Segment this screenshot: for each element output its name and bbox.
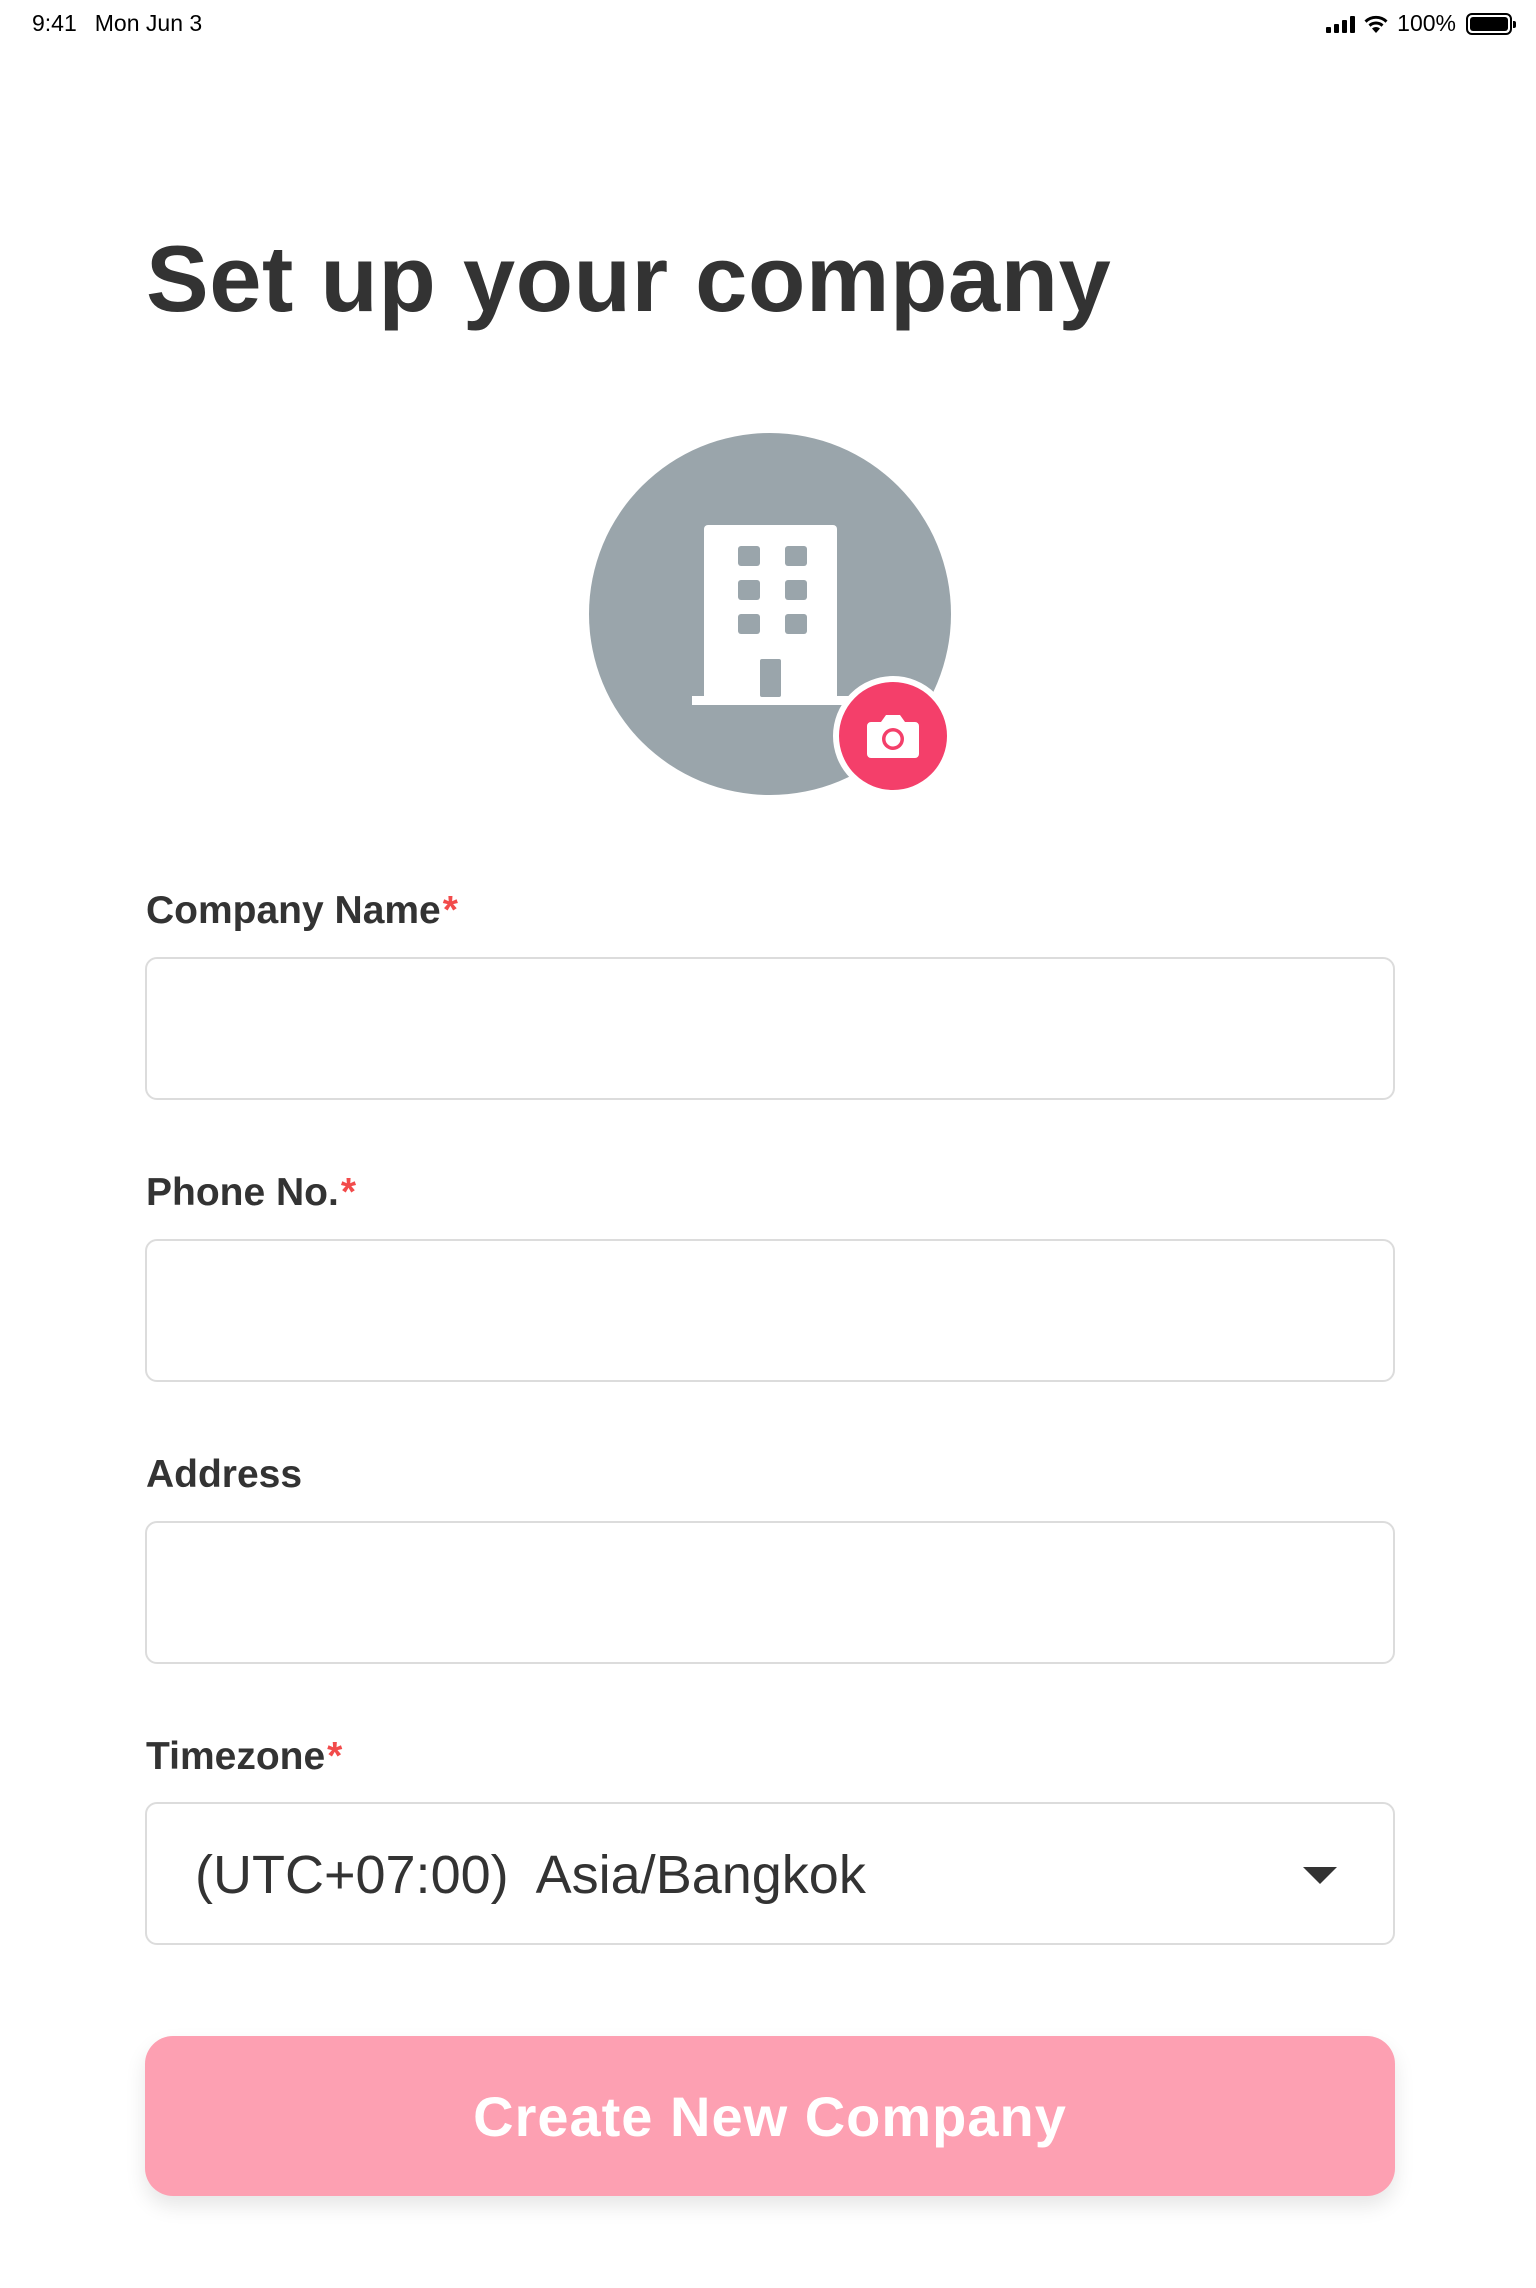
change-logo-button[interactable] (833, 676, 953, 796)
required-marker: * (442, 889, 458, 932)
page-title: Set up your company (146, 226, 1112, 331)
address-input[interactable] (147, 1523, 1393, 1662)
timezone-select[interactable]: (UTC+07:00) Asia/Bangkok (145, 1802, 1395, 1945)
wifi-icon (1364, 15, 1388, 33)
company-name-label-text: Company Name (146, 889, 441, 932)
timezone-label-text: Timezone (146, 1735, 326, 1778)
required-marker: * (327, 1735, 343, 1778)
company-name-field[interactable] (145, 957, 1395, 1100)
create-company-button[interactable]: Create New Company (145, 2036, 1395, 2196)
status-right: 100% (1326, 10, 1516, 37)
address-label-text: Address (146, 1453, 303, 1496)
address-field[interactable] (145, 1521, 1395, 1664)
status-date: Mon Jun 3 (94, 10, 203, 36)
required-marker: * (340, 1171, 357, 1214)
chevron-down-icon (1303, 1867, 1337, 1884)
company-name-input[interactable] (147, 959, 1393, 1098)
camera-icon (867, 715, 919, 758)
address-label: Address (146, 1453, 302, 1497)
signal-icon (1326, 15, 1356, 33)
phone-label: Phone No.* (146, 1171, 356, 1215)
phone-field[interactable] (145, 1239, 1395, 1382)
create-company-button-label: Create New Company (473, 2084, 1067, 2148)
battery-icon (1466, 12, 1516, 35)
timezone-selected-value: (UTC+07:00) Asia/Bangkok (195, 1845, 866, 1905)
timezone-label: Timezone* (146, 1735, 342, 1779)
status-bar: 9:41 Mon Jun 3 100% (0, 0, 1536, 48)
phone-input[interactable] (147, 1241, 1393, 1380)
status-left: 9:41 Mon Jun 3 (32, 10, 202, 37)
status-time: 9:41 (32, 10, 77, 36)
battery-percent: 100% (1397, 10, 1456, 36)
phone-label-text: Phone No. (146, 1171, 339, 1214)
company-name-label: Company Name* (146, 889, 458, 933)
setup-company-screen: 9:41 Mon Jun 3 100% Set up your company (0, 0, 1536, 2288)
